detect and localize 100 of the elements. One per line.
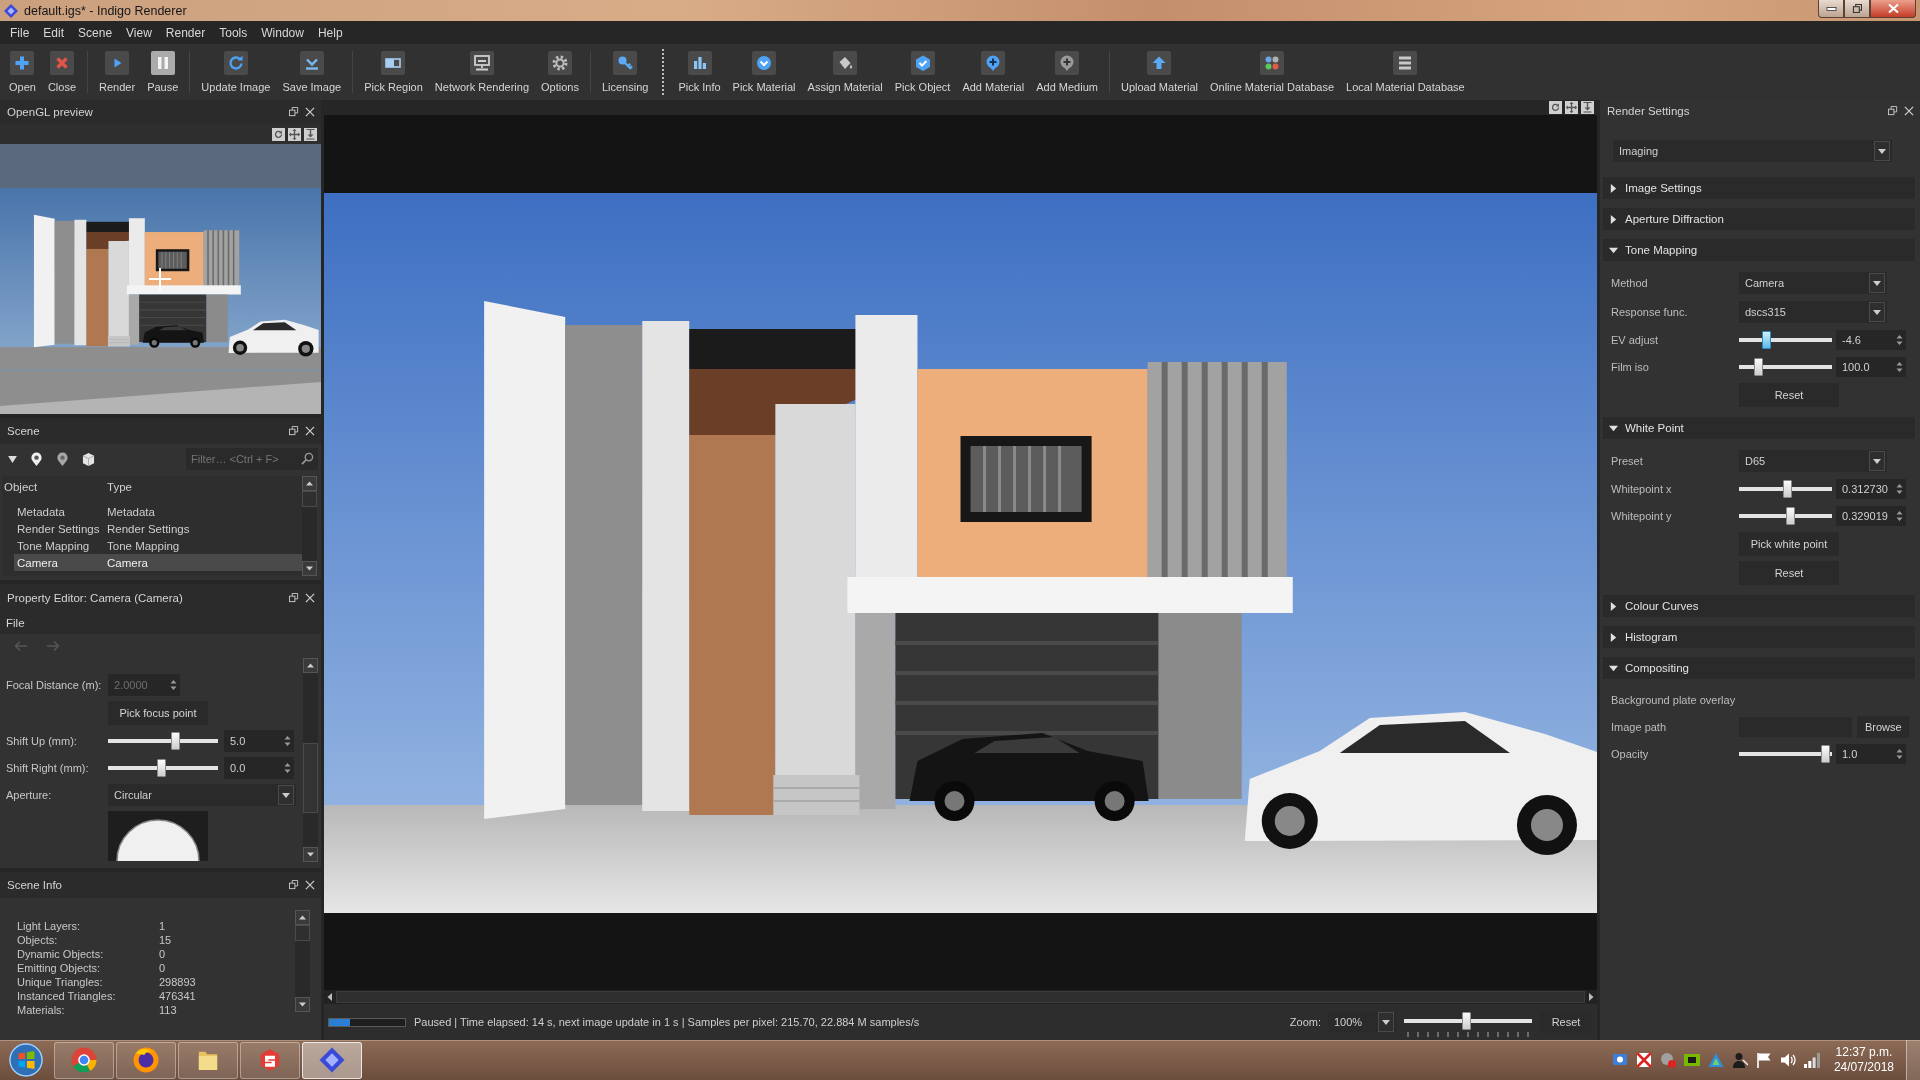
toolbar-button[interactable]: Network Rendering bbox=[428, 49, 535, 95]
section-header[interactable]: Tone Mapping bbox=[1603, 239, 1915, 261]
spin-box[interactable]: -4.6 bbox=[1836, 330, 1906, 350]
clock-time[interactable]: 12:37 p.m. bbox=[1835, 1045, 1893, 1060]
scrollbar[interactable] bbox=[324, 990, 1597, 1004]
slider-thumb[interactable] bbox=[1754, 358, 1764, 376]
dropdown[interactable]: Camera bbox=[1739, 272, 1887, 294]
stepper-icon[interactable] bbox=[1895, 508, 1904, 524]
menu-item[interactable]: Tools bbox=[212, 23, 255, 42]
triangle-down-icon[interactable] bbox=[8, 455, 17, 463]
taskbar-button[interactable] bbox=[54, 1041, 114, 1079]
close-icon[interactable] bbox=[305, 107, 315, 117]
toolbar-button[interactable]: Close bbox=[41, 49, 83, 95]
section-header[interactable]: Histogram bbox=[1603, 626, 1915, 648]
speaker-icon[interactable] bbox=[1779, 1052, 1796, 1068]
cube-icon[interactable] bbox=[82, 451, 95, 467]
toolbar-button[interactable]: Update Image bbox=[195, 49, 277, 95]
close-icon[interactable] bbox=[1904, 106, 1914, 116]
dropdown[interactable]: dscs315 bbox=[1739, 301, 1887, 323]
spin-box[interactable]: 100.0 bbox=[1836, 357, 1906, 377]
restore-icon[interactable] bbox=[289, 426, 299, 436]
dropdown[interactable]: Imaging bbox=[1613, 140, 1892, 162]
browse-button[interactable]: Browse bbox=[1857, 716, 1909, 738]
slider-thumb[interactable] bbox=[1786, 507, 1796, 525]
slider-thumb[interactable] bbox=[1462, 1011, 1472, 1030]
settings-button[interactable]: Reset bbox=[1739, 561, 1839, 585]
spin-box[interactable]: 0.0 bbox=[224, 757, 294, 779]
pick-focus-button[interactable]: Pick focus point bbox=[108, 701, 208, 725]
stepper-icon[interactable] bbox=[1895, 359, 1904, 375]
toolbar-button[interactable]: Pick Material bbox=[726, 49, 802, 95]
section-header[interactable]: Aperture Diffraction bbox=[1603, 208, 1915, 230]
menu-item[interactable]: Scene bbox=[71, 23, 120, 42]
stepper-icon[interactable] bbox=[1895, 746, 1904, 762]
toolbar-button[interactable]: Pick Info bbox=[672, 49, 727, 95]
scrollbar[interactable] bbox=[302, 476, 317, 576]
triangle-icon[interactable] bbox=[1707, 1052, 1724, 1068]
restore-icon[interactable] bbox=[289, 593, 299, 603]
close-button[interactable] bbox=[1870, 0, 1916, 18]
toolbar-button[interactable]: Add Medium bbox=[1030, 49, 1104, 95]
table-row[interactable]: Camera Camera bbox=[14, 554, 302, 571]
rotate-icon[interactable] bbox=[272, 127, 285, 141]
clock-date[interactable]: 24/07/2018 bbox=[1833, 1060, 1894, 1075]
pin-icon[interactable] bbox=[30, 451, 43, 467]
search-field[interactable]: Filter… <Ctrl + F> bbox=[186, 448, 318, 470]
close-icon[interactable] bbox=[305, 880, 315, 890]
search-icon[interactable] bbox=[301, 452, 314, 465]
menu-item[interactable]: File bbox=[3, 23, 37, 42]
show-desktop-button[interactable] bbox=[1906, 1040, 1920, 1080]
close-icon[interactable] bbox=[305, 593, 315, 603]
spin-box[interactable]: 1.0 bbox=[1836, 744, 1906, 764]
close-icon[interactable] bbox=[305, 426, 315, 436]
menu-item[interactable]: Window bbox=[254, 23, 311, 42]
dropdown[interactable]: Circular bbox=[108, 784, 296, 806]
toolbar-button[interactable]: Assign Material bbox=[801, 49, 889, 95]
slider-thumb[interactable] bbox=[1782, 480, 1792, 498]
toolbar-grip[interactable] bbox=[662, 49, 665, 95]
slider-thumb[interactable] bbox=[170, 732, 180, 750]
dropdown[interactable]: D65 bbox=[1739, 450, 1887, 472]
spin-box[interactable]: 0.329019 bbox=[1836, 506, 1906, 526]
toolbar-button[interactable]: Online Material Database bbox=[1204, 49, 1341, 95]
maximize-button[interactable] bbox=[1844, 0, 1870, 18]
scrollbar[interactable] bbox=[295, 910, 310, 1012]
taskbar-button[interactable] bbox=[302, 1041, 362, 1079]
move-arrows-icon[interactable] bbox=[1565, 101, 1578, 114]
flag-icon[interactable] bbox=[1755, 1052, 1772, 1068]
crossed-box-icon[interactable] bbox=[1635, 1052, 1652, 1068]
section-header[interactable]: Image Settings bbox=[1603, 177, 1915, 199]
caret-down-icon[interactable] bbox=[1869, 451, 1885, 471]
toolbar-button[interactable]: Local Material Database bbox=[1340, 49, 1471, 95]
monitor-icon[interactable] bbox=[1611, 1052, 1628, 1068]
slider-thumb[interactable] bbox=[1761, 331, 1771, 349]
table-row[interactable]: Metadata Metadata bbox=[14, 503, 302, 520]
toolbar-button[interactable]: Save Image bbox=[276, 49, 348, 95]
scrollbar-thumb[interactable] bbox=[302, 491, 317, 507]
caret-down-icon[interactable] bbox=[1869, 273, 1885, 293]
toolbar-button[interactable]: Licensing bbox=[595, 49, 655, 95]
person-icon[interactable] bbox=[1731, 1052, 1748, 1068]
section-header[interactable]: Colour Curves bbox=[1603, 595, 1915, 617]
arrow-bar-icon[interactable] bbox=[304, 127, 317, 141]
restore-icon[interactable] bbox=[1888, 106, 1898, 116]
menu-item[interactable]: Edit bbox=[36, 23, 72, 42]
menu-item[interactable]: View bbox=[119, 23, 159, 42]
taskbar-button[interactable] bbox=[240, 1041, 300, 1079]
restore-icon[interactable] bbox=[289, 107, 299, 117]
toolbar-button[interactable]: Pick Region bbox=[358, 49, 429, 95]
pin-icon[interactable] bbox=[56, 451, 69, 467]
rotate-icon[interactable] bbox=[1549, 101, 1562, 114]
scrollbar-thumb[interactable] bbox=[303, 743, 318, 813]
toolbar-button[interactable]: Pick Object bbox=[888, 49, 957, 95]
spin-box[interactable]: 0.312730 bbox=[1836, 479, 1906, 499]
stepper-icon[interactable] bbox=[1895, 481, 1904, 497]
taskbar-button[interactable] bbox=[116, 1041, 176, 1079]
section-header[interactable]: Compositing bbox=[1603, 657, 1915, 679]
caret-down-icon[interactable] bbox=[1869, 302, 1885, 322]
column-header[interactable]: Type bbox=[105, 481, 132, 493]
scrollbar-thumb[interactable] bbox=[336, 991, 1585, 1003]
toolbar-button[interactable]: Upload Material bbox=[1114, 49, 1204, 95]
table-row[interactable]: Render Settings Render Settings bbox=[14, 520, 302, 537]
table-row[interactable]: Tone Mapping Tone Mapping bbox=[14, 537, 302, 554]
stepper-icon[interactable] bbox=[283, 733, 292, 749]
